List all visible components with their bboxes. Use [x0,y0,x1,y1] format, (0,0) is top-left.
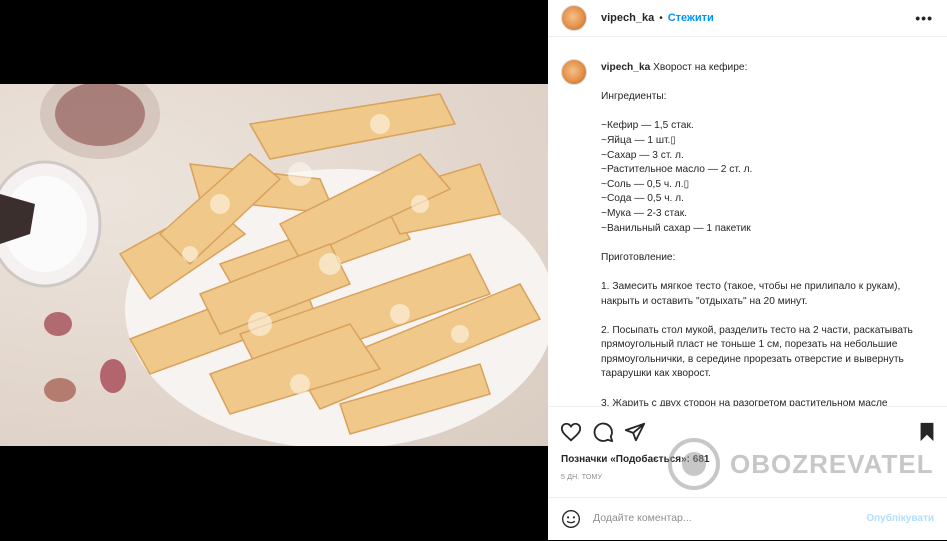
caption-area: vipech_ka Хворост на кефире: Ингредиенты:… [548,44,947,406]
caption-body: Ингредиенты: ~Кефир — 1,5 стак. ~Яйца — 1 … [601,91,916,406]
watermark-text: OBOZREVATEL [730,448,934,479]
comment-input[interactable]: Додайте коментар... [593,512,692,524]
caption-line: ~Яйца — 1 шт.▯ [601,134,676,146]
separator-dot: • [659,12,663,24]
watermark-logo-icon [668,438,720,490]
avatar[interactable] [561,5,587,31]
post-header: vipech_ka • Стежити ••• [548,0,947,37]
caption-avatar[interactable] [561,59,587,85]
comment-bar: Додайте коментар... Опублікувати [548,497,947,541]
caption-title: Хворост на кефире: [653,62,748,73]
caption-line: 3. Жарить с двух сторон на разогретом ра… [601,397,888,406]
food-photo-illustration [0,84,548,446]
caption-line: ~Сода — 0,5 ч. л. [601,193,684,205]
caption-line: Ингредиенты: [601,91,667,103]
caption-line: ~Мука — 2-3 стак. [601,207,687,219]
publish-button[interactable]: Опублікувати [866,513,934,524]
caption-line: ~Сахар — 3 ст. л. [601,149,684,161]
caption-username[interactable]: vipech_ka [601,62,650,73]
watermark: OBOZREVATEL [668,438,934,490]
more-options-icon[interactable]: ••• [915,10,933,26]
caption-line: 2. Посыпать стол мукой, разделить тесто … [601,324,916,380]
post-photo[interactable] [0,84,548,446]
caption-line: ~Соль — 0,5 ч. л.▯ [601,178,690,190]
post-time[interactable]: 5 ДН. ТОМУ [561,474,602,481]
username-link[interactable]: vipech_ka [601,12,654,24]
caption-line: ~Ванильный сахар — 1 пакетик [601,222,751,234]
caption-text: vipech_ka Хворост на кефире: Ингредиенты:… [601,61,937,406]
caption-line: 1. Замесить мягкое тесто (такое, чтобы н… [601,280,904,307]
heart-icon[interactable] [560,421,582,443]
comment-icon[interactable] [592,421,614,443]
post-media [0,0,548,540]
caption-line: Приготовление: [601,251,676,263]
follow-button[interactable]: Стежити [668,12,714,24]
caption-line: ~Растительное масло — 2 ст. л. [601,164,753,176]
emoji-icon[interactable] [561,509,581,529]
caption-line: ~Кефир — 1,5 стак. [601,120,694,132]
share-icon[interactable] [624,421,646,443]
